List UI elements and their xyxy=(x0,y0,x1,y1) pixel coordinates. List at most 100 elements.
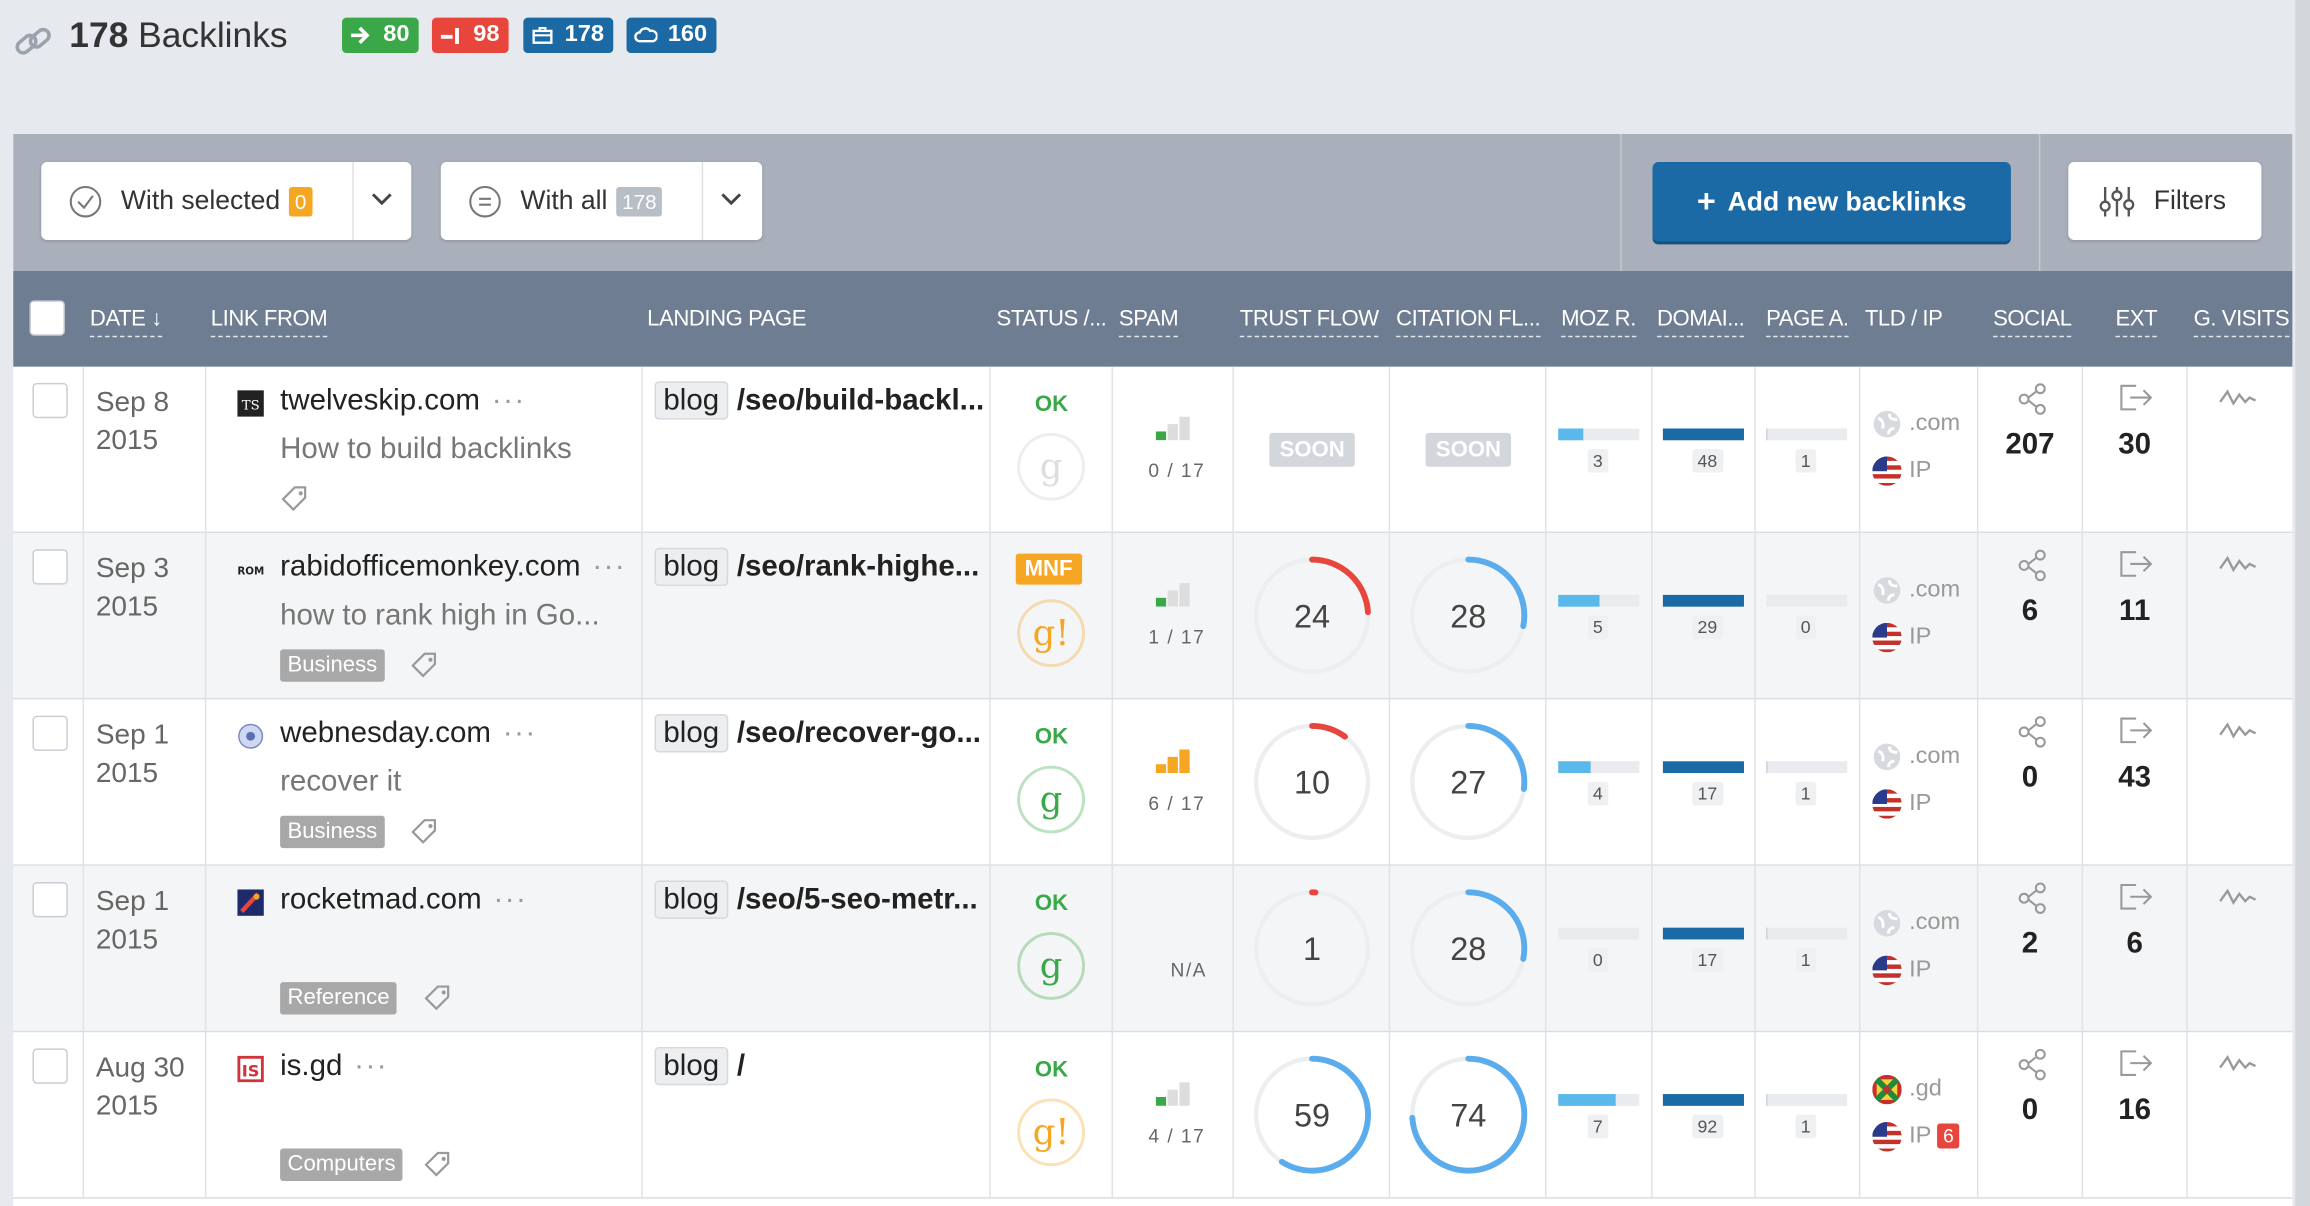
domain-authority-value: 29 xyxy=(1691,615,1724,640)
spam-score: 6 / 17 xyxy=(1148,792,1206,815)
col-social[interactable]: SOCIAL xyxy=(1993,306,2072,338)
selected-count: 0 xyxy=(289,186,313,216)
tag-icon[interactable] xyxy=(410,817,439,854)
ip-label[interactable]: IP xyxy=(1909,791,1931,818)
col-spam[interactable]: SPAM xyxy=(1118,306,1179,338)
select-all-checkbox[interactable] xyxy=(29,300,65,336)
col-page-authority[interactable]: PAGE A. xyxy=(1766,306,1849,338)
col-trust-flow[interactable]: TRUST FLOW xyxy=(1239,306,1379,338)
tld-label: .gd xyxy=(1909,1076,1942,1102)
filters-button[interactable]: Filters xyxy=(2068,161,2262,241)
domain-authority-bar xyxy=(1662,428,1744,441)
share-icon xyxy=(2018,882,2046,914)
tag-icon[interactable] xyxy=(423,984,452,1021)
domains-badge[interactable]: 178 xyxy=(523,17,613,54)
row-checkbox[interactable] xyxy=(32,382,68,419)
broken-link-icon xyxy=(438,24,465,48)
trust-flow-value: 24 xyxy=(1293,597,1331,635)
category-tag[interactable]: Reference xyxy=(280,982,397,1015)
landing-page-link[interactable]: blog/seo/build-backl... xyxy=(654,381,984,420)
pulse-icon[interactable] xyxy=(2219,554,2257,575)
col-date[interactable]: DATE ↓ xyxy=(89,306,162,338)
table-row[interactable]: Sep 1 2015 rocketmad.com ··· Reference blog/s… xyxy=(13,865,2293,1033)
category-tag[interactable]: Business xyxy=(280,815,385,849)
backlinks-page: 178 Backlinks 80 98 178 160 With selecte… xyxy=(0,0,2310,1206)
us-flag-icon xyxy=(1872,1122,1902,1152)
more-options-icon[interactable]: ··· xyxy=(493,884,527,916)
table-row[interactable]: Aug 30 2015 IS is.gd ··· Computers blog / OK g! 4 … xyxy=(13,1032,2293,1199)
row-checkbox[interactable] xyxy=(32,715,68,751)
ip-label[interactable]: IP xyxy=(1909,458,1931,485)
row-checkbox[interactable] xyxy=(32,1048,68,1084)
site-favicon: TS xyxy=(237,390,264,417)
row-checkbox[interactable] xyxy=(32,549,68,585)
scrollbar[interactable] xyxy=(2295,0,2310,1206)
col-link-from[interactable]: LINK FROM xyxy=(210,306,328,338)
table-row[interactable]: Sep 8 2015 TS twelveskip.com ··· How to build… xyxy=(13,366,2293,534)
col-status[interactable]: STATUS /... xyxy=(997,306,1107,331)
grenada-flag-icon xyxy=(1872,1074,1902,1105)
landing-page-link[interactable]: blog/seo/5-seo-metr... xyxy=(654,880,978,919)
more-options-icon[interactable]: ··· xyxy=(492,384,526,416)
landing-page-link[interactable]: blog / xyxy=(654,1046,745,1086)
lost-links-badge[interactable]: 98 xyxy=(431,17,509,54)
moz-rank-value: 5 xyxy=(1586,615,1609,640)
col-ext[interactable]: EXT xyxy=(2115,306,2158,338)
col-citation-flow[interactable]: CITATION FL... xyxy=(1396,306,1541,338)
globe-icon xyxy=(1872,409,1901,438)
col-moz-rank[interactable]: MOZ R. xyxy=(1561,306,1636,338)
col-landing-page[interactable]: LANDING PAGE xyxy=(647,306,806,331)
col-domain-authority[interactable]: DOMAI... xyxy=(1657,306,1745,338)
pulse-icon[interactable] xyxy=(2219,387,2257,408)
spam-score: 0 / 17 xyxy=(1148,459,1206,482)
ip-label[interactable]: IP xyxy=(1909,624,1931,651)
page-authority-bar xyxy=(1766,428,1848,441)
chevron-down-icon[interactable] xyxy=(371,191,392,206)
add-new-backlinks-button[interactable]: + Add new backlinks xyxy=(1652,161,2011,242)
table-row[interactable]: Sep 3 2015 ROM rabidofficemonkey.com ··· how … xyxy=(13,533,2293,700)
source-domain-link[interactable]: rocketmad.com ··· xyxy=(280,884,527,918)
google-index-icon: g! xyxy=(1017,1098,1086,1167)
cloud-icon xyxy=(632,24,659,48)
source-domain-link[interactable]: rabidofficemonkey.com ··· xyxy=(280,551,626,585)
moz-rank-value: 3 xyxy=(1586,449,1609,473)
page-authority-bar xyxy=(1766,927,1848,940)
category-tag[interactable]: Business xyxy=(280,649,385,682)
landing-page-link[interactable]: blog/seo/rank-highe... xyxy=(654,547,979,587)
more-options-icon[interactable]: ··· xyxy=(354,1050,388,1082)
chevron-down-icon[interactable] xyxy=(721,191,742,206)
with-selected-label: With selected xyxy=(120,185,281,215)
table-row[interactable]: Sep 1 2015 webnesday.com ··· recover it Busin… xyxy=(13,699,2293,866)
ips-badge[interactable]: 160 xyxy=(626,17,717,54)
tag-icon[interactable] xyxy=(410,651,439,688)
sliders-icon xyxy=(2099,186,2135,216)
trust-flow-value: 1 xyxy=(1303,930,1322,968)
ip-label[interactable]: IP 6 xyxy=(1909,1123,1960,1151)
landing-page-link[interactable]: blog/seo/recover-go... xyxy=(654,714,981,753)
moz-rank-bar xyxy=(1558,428,1640,441)
pulse-icon[interactable] xyxy=(2219,720,2257,741)
new-links-badge[interactable]: 80 xyxy=(342,17,419,54)
with-selected-button[interactable]: With selected 0 xyxy=(41,161,412,241)
anchor-text: how to rank high in Go... xyxy=(280,599,600,632)
tld-label: .com xyxy=(1909,577,1961,603)
with-all-button[interactable]: With all 178 xyxy=(440,161,763,241)
category-tag[interactable]: Computers xyxy=(280,1148,403,1181)
pulse-icon[interactable] xyxy=(2219,1053,2257,1074)
tag-icon[interactable] xyxy=(423,1150,452,1187)
more-options-icon[interactable]: ··· xyxy=(592,551,626,583)
us-flag-icon xyxy=(1872,622,1902,653)
social-count: 207 xyxy=(2005,428,2055,461)
tag-icon[interactable] xyxy=(280,484,309,521)
spam-bars-icon xyxy=(1155,1082,1190,1106)
col-g-visits[interactable]: G. VISITS xyxy=(2193,306,2290,338)
row-date: Sep 1 2015 xyxy=(95,886,170,956)
source-domain-link[interactable]: is.gd ··· xyxy=(280,1050,388,1084)
ip-label[interactable]: IP xyxy=(1909,957,1931,984)
pulse-icon[interactable] xyxy=(2219,886,2257,907)
row-checkbox[interactable] xyxy=(32,882,68,918)
source-domain-link[interactable]: twelveskip.com ··· xyxy=(280,384,526,418)
source-domain-link[interactable]: webnesday.com ··· xyxy=(280,717,537,751)
more-options-icon[interactable]: ··· xyxy=(503,717,537,749)
col-tld-ip[interactable]: TLD / IP xyxy=(1865,306,1943,331)
